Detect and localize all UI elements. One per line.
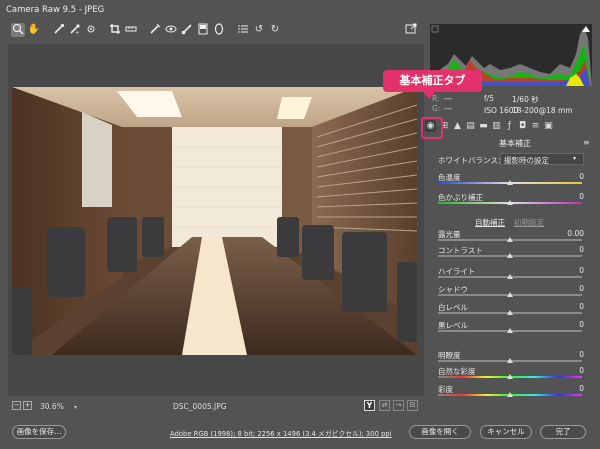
panel-tabs: ◉ ⊞ ▲ ▤ ▬ ▥ ƒ ◘ ≡ ▣: [420, 118, 596, 136]
red-eye-icon[interactable]: [164, 23, 178, 37]
slider-value[interactable]: 0: [554, 192, 584, 201]
slider-value[interactable]: 0: [554, 350, 584, 359]
workflow-options-link[interactable]: Adobe RGB (1998); 8 bit; 2256 x 1496 (3.…: [170, 428, 392, 438]
slider-value[interactable]: 0: [554, 245, 584, 254]
done-button[interactable]: 完了: [540, 425, 586, 439]
shutter: 1/60 秒: [512, 95, 539, 104]
copy-settings-icon[interactable]: →: [393, 400, 404, 411]
slider-value[interactable]: 0: [554, 384, 584, 393]
spot-removal-icon[interactable]: [148, 23, 162, 37]
toolbar: ✋ + ↺ ↻: [8, 20, 424, 42]
slider-thumb[interactable]: [507, 237, 513, 242]
exif-info: R: --- G: --- f/5 1/60 秒 ISO 1600 18-200@1…: [432, 94, 573, 115]
slider-thumb[interactable]: [507, 200, 513, 205]
preview-photo: [12, 87, 417, 355]
auto-button[interactable]: 自動補正: [475, 217, 505, 228]
rotate-cw-icon[interactable]: ↻: [268, 23, 282, 37]
zoom-out-icon[interactable]: −: [12, 401, 21, 410]
zoom-dropdown-icon[interactable]: ▾: [74, 404, 77, 411]
slider-thumb[interactable]: [507, 180, 513, 185]
tab-split-toning[interactable]: ▬: [478, 120, 489, 132]
straighten-icon[interactable]: [124, 23, 138, 37]
tab-presets[interactable]: ≡: [530, 120, 541, 132]
fullscreen-icon[interactable]: [404, 23, 418, 37]
aperture: f/5: [484, 94, 494, 103]
tab-snapshots[interactable]: ▣: [543, 120, 554, 132]
tab-lens[interactable]: ▥: [491, 120, 502, 132]
panel-menu-icon[interactable]: ≡: [583, 138, 590, 147]
graduated-filter-icon[interactable]: [196, 23, 210, 37]
adjustment-brush-icon[interactable]: [180, 23, 194, 37]
slider-value[interactable]: 0.00: [554, 229, 584, 238]
lens: 18-200@18 mm: [512, 106, 573, 115]
tab-hsl[interactable]: ▤: [465, 120, 476, 132]
preferences-icon[interactable]: [236, 23, 250, 37]
slider-thumb[interactable]: [507, 292, 513, 297]
slider-thumb[interactable]: [507, 392, 513, 397]
svg-text:+: +: [75, 30, 79, 35]
slider-thumb[interactable]: [507, 374, 513, 379]
hand-icon[interactable]: ✋: [27, 23, 41, 37]
toggle-icon[interactable]: ⊟: [407, 400, 418, 411]
zoom-level[interactable]: 30.6%: [40, 402, 64, 411]
callout-arrow: [423, 92, 435, 99]
window-title: Camera Raw 9.5 - JPEG: [0, 0, 600, 20]
crop-icon[interactable]: [108, 23, 122, 37]
default-button[interactable]: 初期設定: [514, 217, 544, 228]
zoom-in-icon[interactable]: +: [23, 401, 32, 410]
white-balance-row: ホワイトバランス： 撮影時の設定 ▾: [438, 153, 584, 167]
wb-label: ホワイトバランス：: [438, 156, 506, 165]
slider-thumb[interactable]: [507, 358, 513, 363]
highlight-ring: [421, 117, 443, 139]
slider-thumb[interactable]: [507, 310, 513, 315]
zoom-icon[interactable]: [11, 23, 25, 37]
callout-label: 基本補正タブ: [383, 70, 482, 92]
targeted-adjustment-icon[interactable]: [84, 23, 98, 37]
tab-detail[interactable]: ▲: [452, 120, 463, 132]
highlight-clipping-icon: [582, 26, 590, 32]
cancel-button[interactable]: キャンセル: [480, 425, 532, 439]
slider-value[interactable]: 0: [554, 366, 584, 375]
shadow-clipping-icon: [431, 25, 439, 33]
save-image-button[interactable]: 画像を保存...: [12, 425, 66, 439]
white-balance-icon[interactable]: [52, 23, 66, 37]
slider-thumb[interactable]: [507, 328, 513, 333]
wb-select[interactable]: 撮影時の設定 ▾: [500, 153, 584, 165]
slider-value[interactable]: 0: [554, 284, 584, 293]
slider-value[interactable]: 0: [554, 302, 584, 311]
filename: DSC_0005.JPG: [173, 402, 227, 411]
slider-value[interactable]: 0: [554, 320, 584, 329]
swap-icon[interactable]: ⇄: [379, 400, 390, 411]
panel-title: 基本補正: [499, 139, 531, 148]
open-image-button[interactable]: 画像を開く: [409, 425, 471, 439]
status-bar: − + 30.6% ▾ DSC_0005.JPG Y ⇄ → ⊟: [8, 396, 424, 416]
color-sampler-icon[interactable]: +: [68, 23, 82, 37]
slider-value[interactable]: 0: [554, 266, 584, 275]
slider-value[interactable]: 0: [554, 172, 584, 181]
rotate-ccw-icon[interactable]: ↺: [252, 23, 266, 37]
radial-filter-icon[interactable]: [212, 23, 226, 37]
tab-camera-calibration[interactable]: ◘: [517, 120, 528, 132]
tab-effects[interactable]: ƒ: [504, 120, 515, 132]
slider-thumb[interactable]: [507, 253, 513, 258]
compare-view-button[interactable]: Y: [364, 400, 375, 411]
slider-thumb[interactable]: [507, 274, 513, 279]
